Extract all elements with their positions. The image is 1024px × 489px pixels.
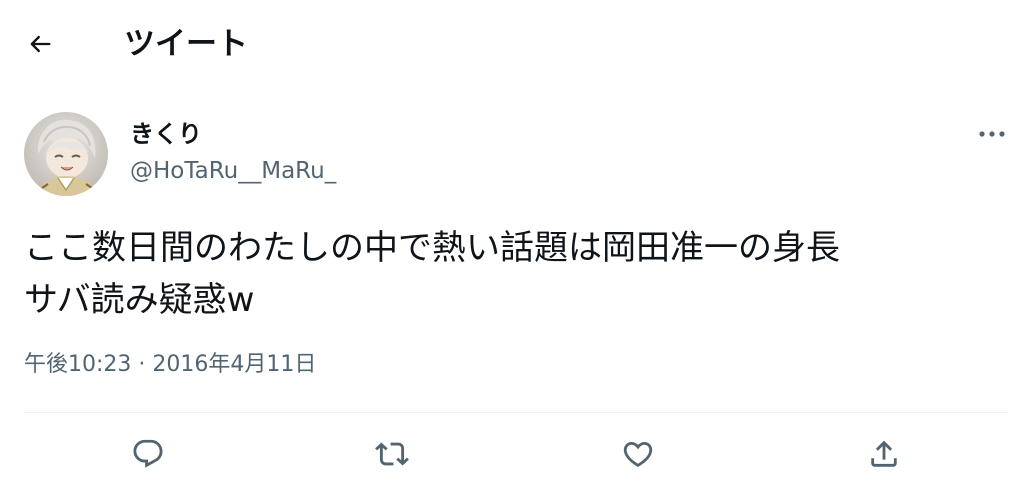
tweet-actions: [0, 430, 1024, 480]
top-bar: ツイート: [0, 0, 1024, 90]
author-display-name[interactable]: きくり: [130, 118, 202, 150]
share-button[interactable]: [860, 430, 908, 478]
tweet-time[interactable]: 午後10:23: [24, 352, 131, 377]
reply-button[interactable]: [124, 430, 172, 478]
share-icon: [871, 440, 897, 467]
more-icon: [979, 131, 1005, 137]
more-options-button[interactable]: [972, 118, 1012, 150]
reply-icon: [133, 439, 163, 468]
retweet-icon: [375, 442, 409, 466]
back-button[interactable]: [22, 26, 58, 62]
heart-icon: [623, 441, 653, 467]
page-title: ツイート: [124, 26, 248, 62]
tweet-date[interactable]: 2016年4月11日: [152, 352, 316, 377]
author-handle[interactable]: @HoTaRu__MaRu_: [130, 156, 336, 186]
tweet-text: ここ数日間のわたしの中で熱い話題は岡田准一の身長 サバ読み疑惑w: [24, 222, 1004, 326]
tweet-text-line: サバ読み疑惑w: [24, 280, 255, 320]
arrow-left-icon: [30, 35, 51, 53]
timestamp-separator: ·: [138, 352, 146, 377]
like-button[interactable]: [614, 430, 662, 478]
divider: [24, 412, 1008, 413]
tweet-text-line: ここ数日間のわたしの中で熱い話題は岡田准一の身長: [24, 228, 840, 268]
avatar[interactable]: [24, 112, 108, 196]
tweet-timestamp: 午後10:23 · 2016年4月11日: [24, 350, 316, 380]
retweet-button[interactable]: [368, 430, 416, 478]
